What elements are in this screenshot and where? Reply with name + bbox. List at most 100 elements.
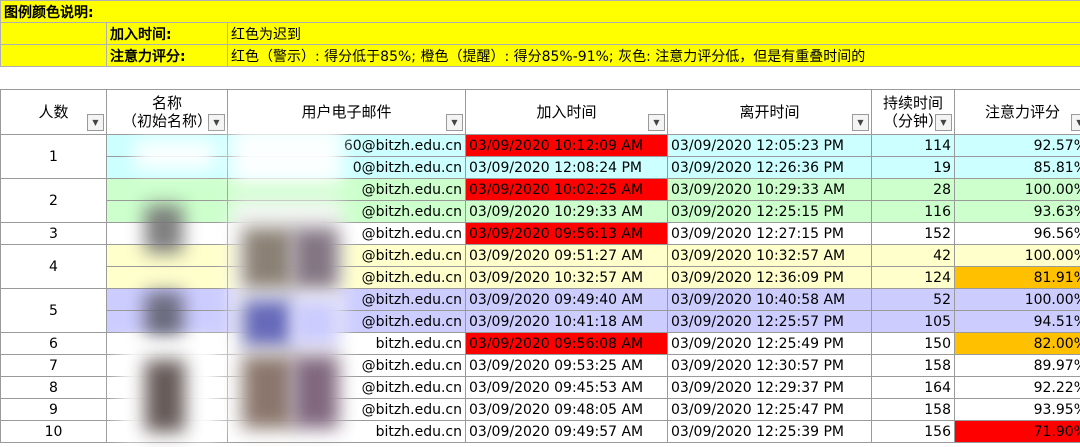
redaction-blur xyxy=(145,292,183,340)
cell-num[interactable]: 1 xyxy=(0,134,107,179)
cell-duration[interactable]: 152 xyxy=(871,222,955,245)
cell-leave[interactable]: 03/09/2020 12:25:57 PM xyxy=(667,310,872,333)
spreadsheet: 图例颜色说明: 加入时间: 红色为迟到 注意力评分: 红色（警示）: 得分低于8… xyxy=(0,0,1080,447)
cell-score[interactable]: 93.63% xyxy=(954,200,1080,223)
legend-join-label[interactable]: 加入时间: xyxy=(106,22,228,45)
cell-num[interactable]: 9 xyxy=(0,398,107,421)
header-duration[interactable]: 持续时间 （分钟） ▼ xyxy=(871,89,955,135)
filter-dropdown-icon[interactable]: ▼ xyxy=(208,114,225,131)
cell-join[interactable]: 03/09/2020 09:49:40 AM xyxy=(465,288,668,311)
cell-score[interactable]: 100.00% xyxy=(954,288,1080,311)
cell-score[interactable]: 71.90% xyxy=(954,420,1080,443)
cell-leave[interactable]: 03/09/2020 12:29:37 PM xyxy=(667,376,872,399)
header-join[interactable]: 加入时间 ▼ xyxy=(465,89,668,135)
cell-num[interactable]: 6 xyxy=(0,332,107,355)
cell-num[interactable]: 8 xyxy=(0,376,107,399)
header-name[interactable]: 名称 （初始名称） ▼ xyxy=(106,89,228,135)
filter-dropdown-icon[interactable]: ▼ xyxy=(1071,114,1080,131)
cell-join[interactable]: 03/09/2020 09:56:08 AM xyxy=(465,332,668,355)
cell-num[interactable]: 2 xyxy=(0,178,107,223)
cell-join[interactable]: 03/09/2020 10:41:18 AM xyxy=(465,310,668,333)
legend-empty-cell[interactable] xyxy=(0,44,107,67)
cell-score[interactable]: 93.95% xyxy=(954,398,1080,421)
cell-leave[interactable]: 03/09/2020 10:29:33 AM xyxy=(667,178,872,201)
filter-dropdown-icon[interactable]: ▼ xyxy=(935,114,952,131)
cell-join[interactable]: 03/09/2020 10:29:33 AM xyxy=(465,200,668,223)
cell-num[interactable]: 10 xyxy=(0,420,107,443)
cell-join[interactable]: 03/09/2020 09:45:53 AM xyxy=(465,376,668,399)
cell-duration[interactable]: 114 xyxy=(871,134,955,157)
table-row: 2 @bitzh.edu.cn 03/09/2020 10:02:25 AM 03/0… xyxy=(0,178,1080,223)
cell-duration[interactable]: 158 xyxy=(871,354,955,377)
legend-title[interactable]: 图例颜色说明: xyxy=(0,0,1080,23)
cell-duration[interactable]: 150 xyxy=(871,332,955,355)
cell-score[interactable]: 96.56% xyxy=(954,222,1080,245)
cell-join[interactable]: 03/09/2020 09:48:05 AM xyxy=(465,398,668,421)
header-score[interactable]: 注意力评分 ▼ xyxy=(954,89,1080,135)
cell-score[interactable]: 82.00% xyxy=(954,332,1080,355)
cell-score[interactable]: 92.57% xyxy=(954,134,1080,157)
cell-name[interactable] xyxy=(106,178,228,201)
cell-num[interactable]: 7 xyxy=(0,354,107,377)
cell-duration[interactable]: 164 xyxy=(871,376,955,399)
header-num-label: 人数 xyxy=(38,103,69,121)
table-row: @bitzh.edu.cn 03/09/2020 10:32:57 AM 03/09… xyxy=(1,266,1080,289)
filter-dropdown-icon[interactable]: ▼ xyxy=(87,114,104,131)
filter-dropdown-icon[interactable]: ▼ xyxy=(446,114,463,131)
legend-join-desc[interactable]: 红色为迟到 xyxy=(227,22,1080,45)
cell-name[interactable] xyxy=(106,266,228,289)
cell-leave[interactable]: 03/09/2020 12:25:49 PM xyxy=(667,332,872,355)
cell-join[interactable]: 03/09/2020 12:08:24 PM xyxy=(465,156,668,179)
redaction-blur xyxy=(243,300,293,346)
cell-duration[interactable]: 42 xyxy=(871,244,955,267)
cell-score[interactable]: 100.00% xyxy=(954,244,1080,267)
cell-num[interactable]: 5 xyxy=(0,288,107,333)
cell-score[interactable]: 94.51% xyxy=(954,310,1080,333)
cell-leave[interactable]: 03/09/2020 12:25:39 PM xyxy=(667,420,872,443)
cell-duration[interactable]: 28 xyxy=(871,178,955,201)
legend-attention-desc[interactable]: 红色（警示）: 得分低于85%; 橙色（提醒）: 得分85%-91%; 灰色: … xyxy=(227,44,1080,67)
cell-join[interactable]: 03/09/2020 09:53:25 AM xyxy=(465,354,668,377)
cell-join[interactable]: 03/09/2020 09:56:13 AM xyxy=(465,222,668,245)
cell-duration[interactable]: 158 xyxy=(871,398,955,421)
cell-leave[interactable]: 03/09/2020 12:30:57 PM xyxy=(667,354,872,377)
cell-duration[interactable]: 52 xyxy=(871,288,955,311)
cell-join[interactable]: 03/09/2020 09:51:27 AM xyxy=(465,244,668,267)
cell-duration[interactable]: 124 xyxy=(871,266,955,289)
cell-duration[interactable]: 19 xyxy=(871,156,955,179)
header-row: 人数 ▼ 名称 （初始名称） ▼ 用户电子邮件 ▼ 加入时间 ▼ 离开时间 ▼ 持续时间 （分… xyxy=(0,89,1080,135)
cell-duration[interactable]: 116 xyxy=(871,200,955,223)
cell-score[interactable]: 85.81% xyxy=(954,156,1080,179)
cell-join[interactable]: 03/09/2020 09:49:57 AM xyxy=(465,420,668,443)
cell-join[interactable]: 03/09/2020 10:12:09 AM xyxy=(465,134,668,157)
header-num[interactable]: 人数 ▼ xyxy=(0,89,107,135)
cell-leave[interactable]: 03/09/2020 12:05:23 PM xyxy=(667,134,872,157)
empty-row[interactable] xyxy=(0,68,1080,90)
cell-duration[interactable]: 105 xyxy=(871,310,955,333)
header-score-label: 注意力评分 xyxy=(984,103,1060,121)
legend-attention-label[interactable]: 注意力评分: xyxy=(106,44,228,67)
cell-leave[interactable]: 03/09/2020 12:36:09 PM xyxy=(667,266,872,289)
cell-join[interactable]: 03/09/2020 10:02:25 AM xyxy=(465,178,668,201)
cell-join[interactable]: 03/09/2020 10:32:57 AM xyxy=(465,266,668,289)
cell-num[interactable]: 4 xyxy=(0,244,107,289)
cell-leave[interactable]: 03/09/2020 10:32:57 AM xyxy=(667,244,872,267)
cell-score[interactable]: 92.22% xyxy=(954,376,1080,399)
cell-leave[interactable]: 03/09/2020 10:40:58 AM xyxy=(667,288,872,311)
redaction-blur xyxy=(145,205,183,253)
legend-empty-cell[interactable] xyxy=(0,22,107,45)
cell-score[interactable]: 100.00% xyxy=(954,178,1080,201)
filter-dropdown-icon[interactable]: ▼ xyxy=(648,114,665,131)
cell-leave[interactable]: 03/09/2020 12:25:15 PM xyxy=(667,200,872,223)
cell-score[interactable]: 81.91% xyxy=(954,266,1080,289)
redaction-blur xyxy=(293,228,338,288)
header-duration-line1: 持续时间 xyxy=(882,94,943,112)
cell-leave[interactable]: 03/09/2020 12:26:36 PM xyxy=(667,156,872,179)
cell-num[interactable]: 3 xyxy=(0,222,107,245)
filter-dropdown-icon[interactable]: ▼ xyxy=(852,114,869,131)
cell-leave[interactable]: 03/09/2020 12:25:47 PM xyxy=(667,398,872,421)
cell-score[interactable]: 89.97% xyxy=(954,354,1080,377)
header-leave[interactable]: 离开时间 ▼ xyxy=(667,89,872,135)
cell-duration[interactable]: 156 xyxy=(871,420,955,443)
cell-leave[interactable]: 03/09/2020 12:27:15 PM xyxy=(667,222,872,245)
